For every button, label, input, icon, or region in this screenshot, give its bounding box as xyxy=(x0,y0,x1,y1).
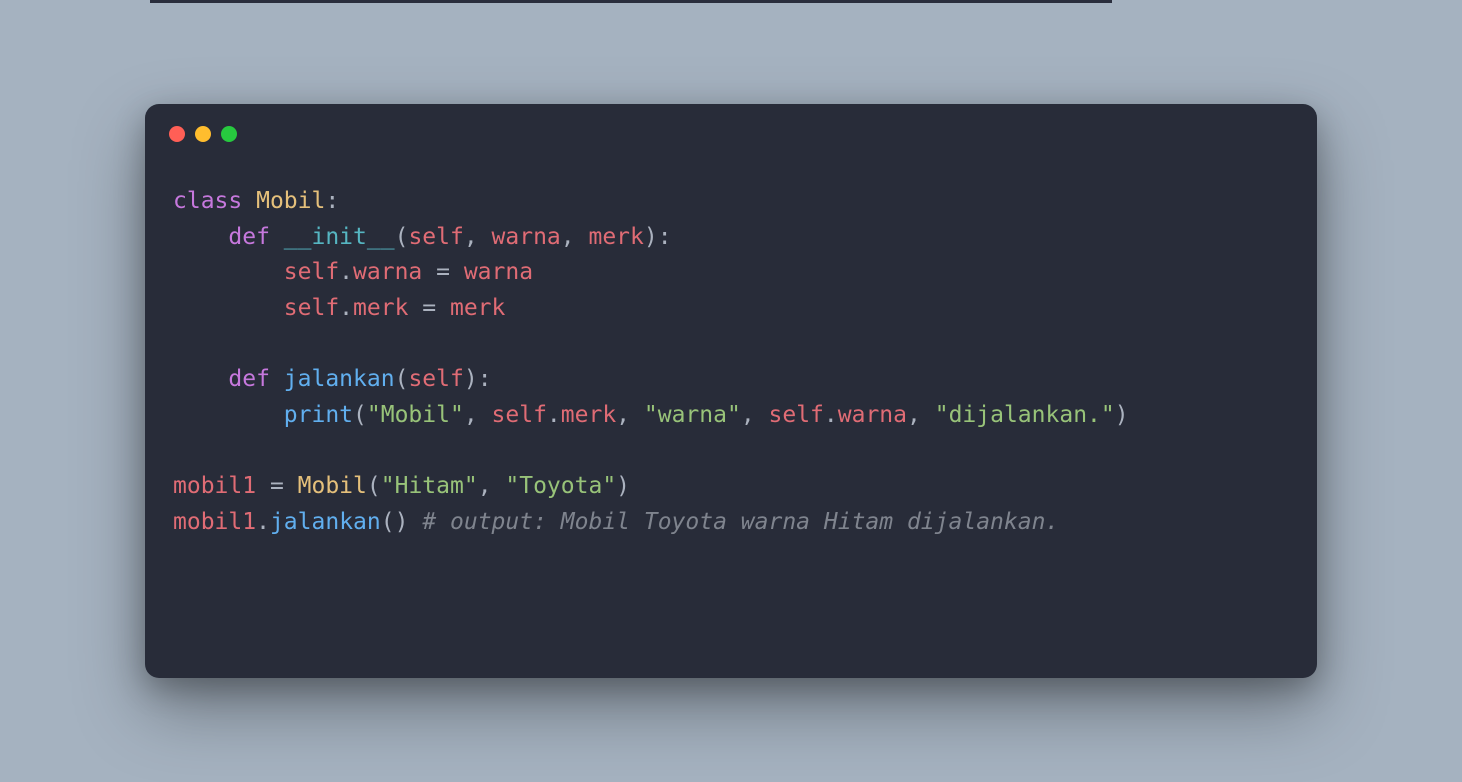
assign: = xyxy=(422,259,464,285)
builtin-print: print xyxy=(284,402,353,428)
paren-open: ( xyxy=(395,366,409,392)
paren-close: ) xyxy=(464,366,478,392)
window-titlebar xyxy=(145,104,1317,150)
paren-open: ( xyxy=(367,473,381,499)
class-name: Mobil xyxy=(298,473,367,499)
code-window: class Mobil: def __init__(self, warna, m… xyxy=(145,104,1317,678)
code-block: class Mobil: def __init__(self, warna, m… xyxy=(145,150,1317,588)
var-mobil1: mobil1 xyxy=(173,473,256,499)
dot: . xyxy=(339,295,353,321)
string-literal: "dijalankan." xyxy=(935,402,1115,428)
paren-close: ) xyxy=(1115,402,1129,428)
self-ref: self xyxy=(284,259,339,285)
string-literal: "Toyota" xyxy=(505,473,616,499)
maximize-icon[interactable] xyxy=(221,126,237,142)
top-bar-decoration xyxy=(150,0,1112,3)
attr-merk: merk xyxy=(353,295,408,321)
comma: , xyxy=(907,402,935,428)
self-ref: self xyxy=(284,295,339,321)
assign: = xyxy=(256,473,298,499)
dot: . xyxy=(824,402,838,428)
dot: . xyxy=(339,259,353,285)
attr-merk: merk xyxy=(561,402,616,428)
string-literal: "Hitam" xyxy=(381,473,478,499)
keyword-def: def xyxy=(228,224,270,250)
keyword-class: class xyxy=(173,188,242,214)
paren-close: ) xyxy=(616,473,630,499)
comment: # output: Mobil Toyota warna Hitam dijal… xyxy=(422,509,1059,535)
class-name: Mobil xyxy=(256,188,325,214)
method-call: jalankan xyxy=(270,509,381,535)
assign: = xyxy=(408,295,450,321)
comma: , xyxy=(741,402,769,428)
colon: : xyxy=(658,224,672,250)
comma: , xyxy=(464,402,492,428)
string-literal: "Mobil" xyxy=(367,402,464,428)
paren-open: ( xyxy=(381,509,395,535)
comma: , xyxy=(616,402,644,428)
function-jalankan: jalankan xyxy=(284,366,395,392)
attr-warna: warna xyxy=(838,402,907,428)
self-ref: self xyxy=(492,402,547,428)
param-self: self xyxy=(408,224,463,250)
minimize-icon[interactable] xyxy=(195,126,211,142)
colon: : xyxy=(325,188,339,214)
param-warna: warna xyxy=(492,224,561,250)
paren-open: ( xyxy=(395,224,409,250)
dot: . xyxy=(256,509,270,535)
paren-close: ) xyxy=(644,224,658,250)
paren-open: ( xyxy=(353,402,367,428)
comma: , xyxy=(464,224,492,250)
param-merk: merk xyxy=(588,224,643,250)
comma: , xyxy=(561,224,589,250)
close-icon[interactable] xyxy=(169,126,185,142)
var-warna: warna xyxy=(464,259,533,285)
var-mobil1: mobil1 xyxy=(173,509,256,535)
colon: : xyxy=(478,366,492,392)
var-merk: merk xyxy=(450,295,505,321)
attr-warna: warna xyxy=(353,259,422,285)
paren-close: ) xyxy=(395,509,409,535)
param-self: self xyxy=(408,366,463,392)
function-init: __init__ xyxy=(284,224,395,250)
comma: , xyxy=(478,473,506,499)
string-literal: "warna" xyxy=(644,402,741,428)
keyword-def: def xyxy=(228,366,270,392)
self-ref: self xyxy=(769,402,824,428)
dot: . xyxy=(547,402,561,428)
